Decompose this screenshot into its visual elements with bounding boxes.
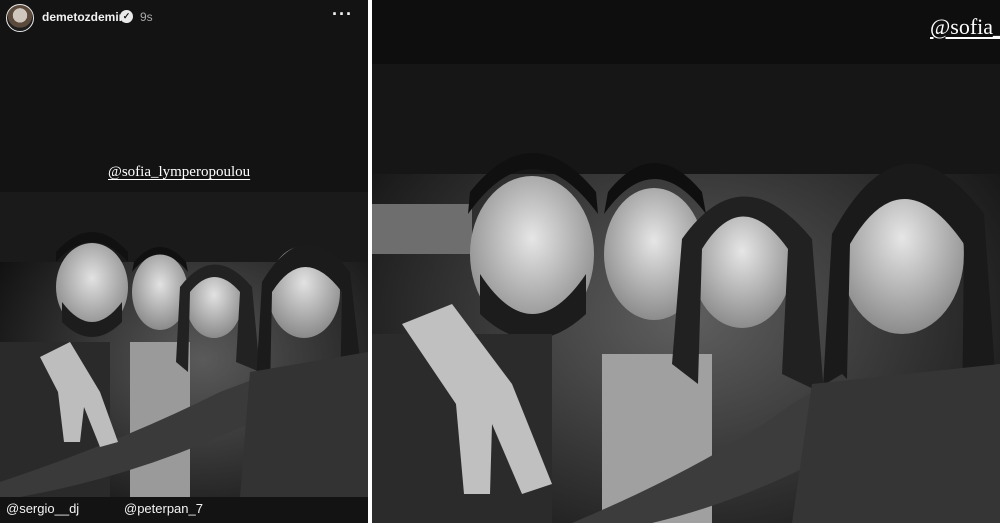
- group-selfie-photo-zoomed: [372, 64, 1000, 523]
- story-time: 9s: [140, 10, 153, 24]
- group-selfie-image-zoomed: [372, 64, 1000, 523]
- story-username[interactable]: demetozdemir: [42, 10, 123, 24]
- mention-sticker-zoomed[interactable]: @sofia_lymperopoulou: [930, 14, 1000, 40]
- story-header: demetozdemir ✓ 9s ···: [0, 0, 368, 36]
- verified-badge-icon: ✓: [120, 10, 133, 23]
- group-selfie-image: [0, 192, 368, 497]
- story-zoom-right: @sofia_lymperopoulou: [372, 0, 1000, 523]
- story-screenshot-left: demetozdemir ✓ 9s ··· @sofia_lymperopoul…: [0, 0, 368, 523]
- tag-sergio[interactable]: @sergio__dj: [6, 501, 79, 516]
- mention-sticker[interactable]: @sofia_lymperopoulou: [108, 164, 250, 181]
- group-selfie-photo: [0, 192, 368, 497]
- profile-avatar[interactable]: [6, 4, 34, 32]
- tag-row: @sergio__dj @peterpan_7: [0, 497, 368, 523]
- more-dots-icon[interactable]: ···: [332, 5, 353, 23]
- tag-peterpan[interactable]: @peterpan_7: [124, 501, 203, 516]
